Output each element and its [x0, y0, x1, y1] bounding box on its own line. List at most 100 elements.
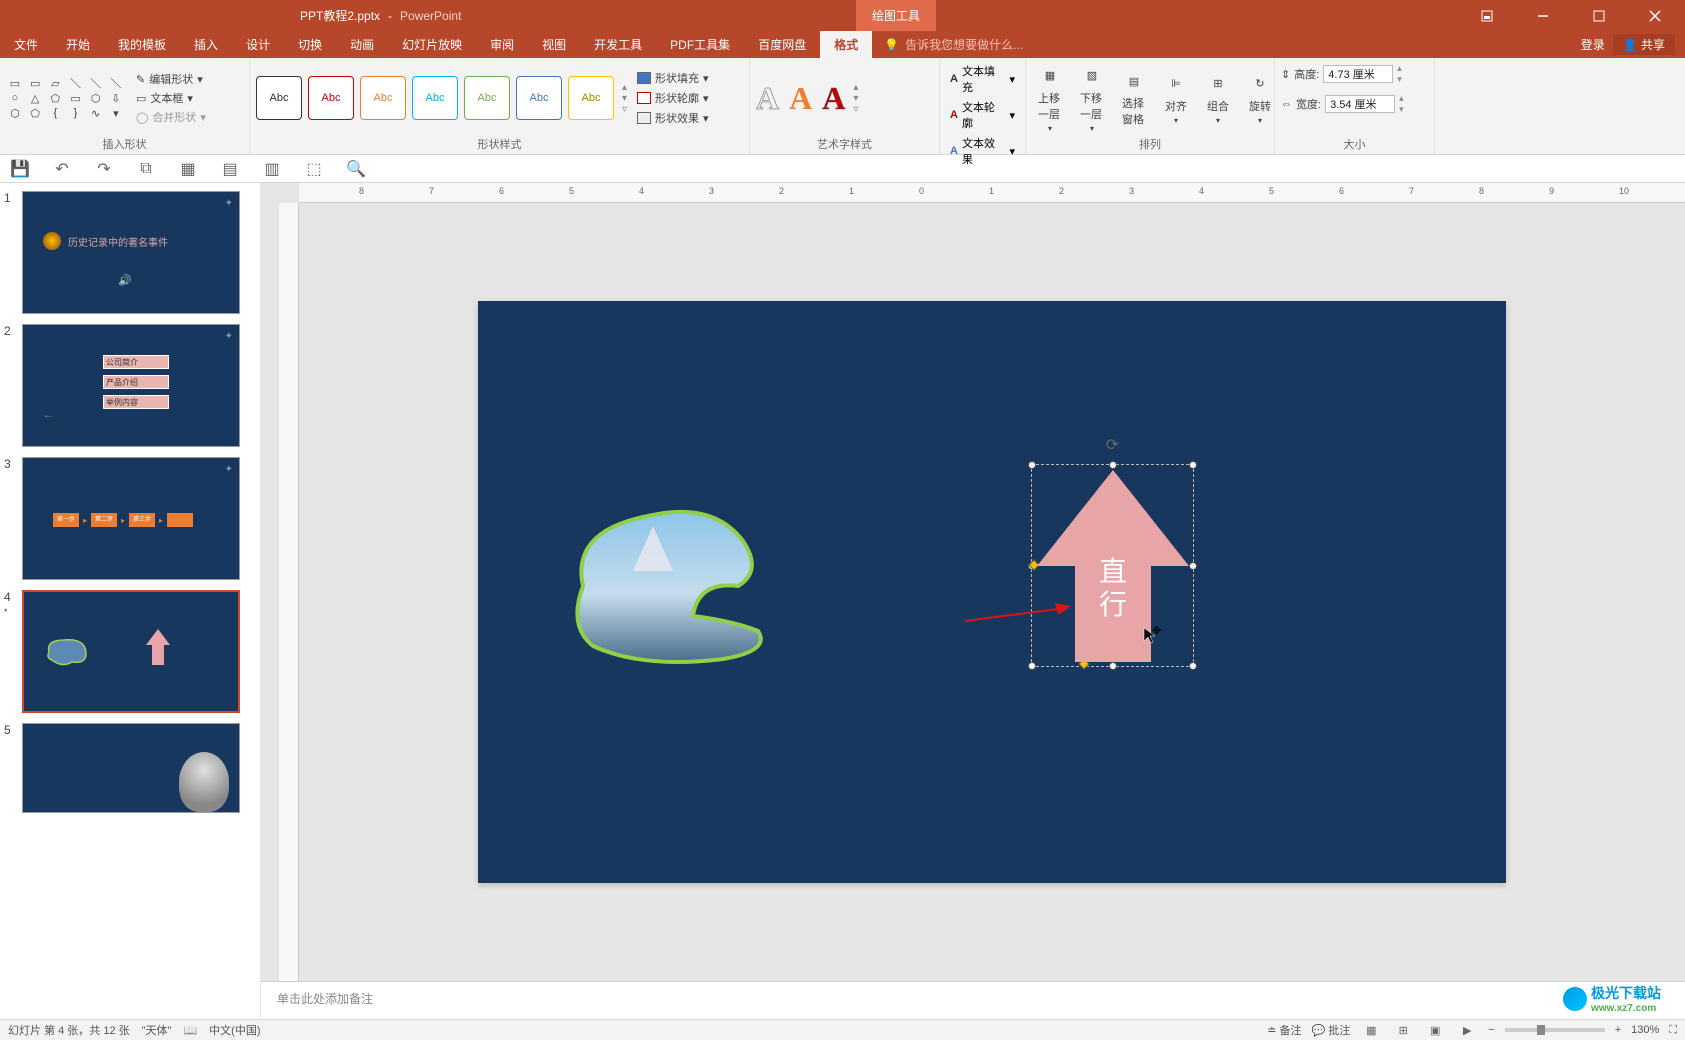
- zoom-out-icon[interactable]: −: [1488, 1024, 1494, 1036]
- canvas-area: 87654321012345678910: [261, 183, 1685, 1019]
- menu-format[interactable]: 格式: [820, 31, 872, 58]
- align-button[interactable]: ⊫对齐▾: [1158, 72, 1194, 125]
- thumb-row-1[interactable]: 1 ✦ 历史记录中的著名事件 🔊: [4, 191, 250, 314]
- zoom-level[interactable]: 130%: [1631, 1024, 1659, 1036]
- thumbnail-panel[interactable]: 1 ✦ 历史记录中的著名事件 🔊 2 ✦ 公司简介 产品介绍 举例内容 ← 3 …: [0, 183, 261, 1019]
- wa-1[interactable]: A: [756, 80, 779, 117]
- slide-canvas[interactable]: ⟳ 直 行: [478, 301, 1506, 883]
- thumb-4[interactable]: [22, 590, 240, 713]
- shape-style-gallery[interactable]: Abc Abc Abc Abc Abc Abc Abc: [256, 76, 614, 120]
- preset-7[interactable]: Abc: [568, 76, 614, 120]
- text-outline-button[interactable]: A文本轮廓 ▾: [946, 98, 1019, 132]
- text-effects-button[interactable]: A文本效果 ▾: [946, 134, 1019, 168]
- shape-fill-button[interactable]: 形状填充 ▾: [633, 69, 713, 87]
- menu-developer[interactable]: 开发工具: [580, 31, 656, 58]
- zoom-slider[interactable]: [1505, 1028, 1605, 1032]
- notes-toggle[interactable]: ≐ 备注: [1267, 1022, 1301, 1038]
- thumb-row-4[interactable]: 4*: [4, 590, 250, 713]
- thumb-5[interactable]: [22, 723, 240, 813]
- transition-icon: ✦: [225, 464, 233, 475]
- thumb-row-5[interactable]: 5: [4, 723, 250, 813]
- language-indicator[interactable]: 中文(中国): [209, 1022, 260, 1038]
- thumb-2[interactable]: ✦ 公司简介 产品介绍 举例内容 ←: [22, 324, 240, 447]
- thumb-1[interactable]: ✦ 历史记录中的著名事件 🔊: [22, 191, 240, 314]
- qat-icon-9[interactable]: 🔍: [346, 159, 366, 179]
- sorter-view-icon[interactable]: ⊞: [1392, 1021, 1414, 1039]
- vertical-ruler: [279, 203, 299, 981]
- bring-forward-button[interactable]: ▦上移一层▾: [1032, 64, 1068, 133]
- preset-2[interactable]: Abc: [308, 76, 354, 120]
- lightbulb-icon: 💡: [884, 38, 899, 52]
- height-input[interactable]: 4.73 厘米: [1323, 65, 1393, 83]
- tell-me[interactable]: 💡 告诉我您想要做什么...: [884, 31, 1023, 58]
- qat-icon-8[interactable]: ⬚: [304, 159, 324, 179]
- text-fill-button[interactable]: A文本填充 ▾: [946, 62, 1019, 96]
- qat-icon-5[interactable]: ▦: [178, 159, 198, 179]
- save-icon[interactable]: 💾: [10, 159, 30, 179]
- preset-5[interactable]: Abc: [464, 76, 510, 120]
- rotate-handle-icon[interactable]: ⟳: [1106, 435, 1119, 455]
- minimize-icon[interactable]: [1525, 0, 1561, 31]
- wa-3[interactable]: A: [822, 80, 845, 117]
- redo-icon[interactable]: ↷: [94, 159, 114, 179]
- thumb-row-3[interactable]: 3 ✦ 第一步 ▸ 第二步 ▸ 第三步 ▸: [4, 457, 250, 580]
- arrow-shape[interactable]: 直 行: [1033, 466, 1193, 666]
- rotate-button[interactable]: ↻旋转▾: [1242, 72, 1278, 125]
- menubar: 文件 开始 我的模板 插入 设计 切换 动画 幻灯片放映 审阅 视图 开发工具 …: [0, 31, 1685, 58]
- reading-view-icon[interactable]: ▣: [1424, 1021, 1446, 1039]
- maximize-icon[interactable]: [1581, 0, 1617, 31]
- menu-insert[interactable]: 插入: [180, 31, 232, 58]
- selection-pane-button[interactable]: ▤选择窗格: [1116, 69, 1152, 127]
- share-button[interactable]: 👤 共享: [1613, 34, 1675, 55]
- login-link[interactable]: 登录: [1581, 36, 1605, 53]
- preset-3[interactable]: Abc: [360, 76, 406, 120]
- shape-effects-button[interactable]: 形状效果 ▾: [633, 109, 713, 127]
- text-box-button[interactable]: ▭ 文本框 ▾: [132, 89, 210, 107]
- menu-home[interactable]: 开始: [52, 31, 104, 58]
- qat-icon-7[interactable]: ▥: [262, 159, 282, 179]
- comments-toggle[interactable]: 💬 批注: [1312, 1022, 1351, 1038]
- freeform-shape[interactable]: [563, 491, 773, 666]
- thumb-row-2[interactable]: 2 ✦ 公司简介 产品介绍 举例内容 ←: [4, 324, 250, 447]
- menu-baidupan[interactable]: 百度网盘: [744, 31, 820, 58]
- group-button[interactable]: ⊞组合▾: [1200, 72, 1236, 125]
- width-input[interactable]: 3.54 厘米: [1325, 95, 1395, 113]
- menu-animations[interactable]: 动画: [336, 31, 388, 58]
- doc-title: PPT教程2.pptx: [300, 7, 380, 24]
- shape-gallery[interactable]: ▭▭▱＼＼＼ ○△⬠▭⬡⇩ ⬡⬠{}∿▾: [6, 76, 126, 120]
- menu-slideshow[interactable]: 幻灯片放映: [388, 31, 476, 58]
- qat-icon-6[interactable]: ▤: [220, 159, 240, 179]
- menu-mytemplates[interactable]: 我的模板: [104, 31, 180, 58]
- spellcheck-icon[interactable]: 📖: [183, 1024, 197, 1037]
- menu-view[interactable]: 视图: [528, 31, 580, 58]
- notes-pane[interactable]: 单击此处添加备注: [261, 981, 1685, 1019]
- preset-1[interactable]: Abc: [256, 76, 302, 120]
- title-sep: -: [388, 9, 392, 23]
- slideshow-view-icon[interactable]: ▶: [1456, 1021, 1478, 1039]
- shape-outline-button[interactable]: 形状轮廓 ▾: [633, 89, 713, 107]
- watermark-text: 极光下载站: [1591, 983, 1661, 1003]
- menu-transitions[interactable]: 切换: [284, 31, 336, 58]
- undo-icon[interactable]: ↶: [52, 159, 72, 179]
- qat-icon-4[interactable]: ⧉: [136, 159, 156, 179]
- menu-review[interactable]: 审阅: [476, 31, 528, 58]
- preset-4[interactable]: Abc: [412, 76, 458, 120]
- zoom-in-icon[interactable]: +: [1615, 1024, 1621, 1036]
- wordart-gallery[interactable]: A A A: [756, 80, 845, 117]
- edit-shape-button[interactable]: ✎ 编辑形状 ▾: [132, 70, 210, 88]
- preset-6[interactable]: Abc: [516, 76, 562, 120]
- slide-viewport[interactable]: ⟳ 直 行: [299, 203, 1685, 981]
- menu-pdftools[interactable]: PDF工具集: [656, 31, 744, 58]
- send-backward-button[interactable]: ▧下移一层▾: [1074, 64, 1110, 133]
- ribbon-group-shape-styles: Abc Abc Abc Abc Abc Abc Abc ▴▾▿ 形状填充 ▾ 形…: [250, 58, 750, 154]
- ribbon-display-icon[interactable]: [1469, 0, 1505, 31]
- menu-file[interactable]: 文件: [0, 31, 52, 58]
- menu-design[interactable]: 设计: [232, 31, 284, 58]
- ribbon-group-insert-shapes: ▭▭▱＼＼＼ ○△⬠▭⬡⇩ ⬡⬠{}∿▾ ✎ 编辑形状 ▾ ▭ 文本框 ▾ ◯ …: [0, 58, 250, 154]
- wa-2[interactable]: A: [789, 80, 812, 117]
- thumb-3[interactable]: ✦ 第一步 ▸ 第二步 ▸ 第三步 ▸: [22, 457, 240, 580]
- merge-shapes-button[interactable]: ◯ 合并形状 ▾: [132, 108, 210, 126]
- close-icon[interactable]: [1637, 0, 1673, 31]
- fit-window-icon[interactable]: ⛶: [1669, 1024, 1677, 1037]
- normal-view-icon[interactable]: ▦: [1360, 1021, 1382, 1039]
